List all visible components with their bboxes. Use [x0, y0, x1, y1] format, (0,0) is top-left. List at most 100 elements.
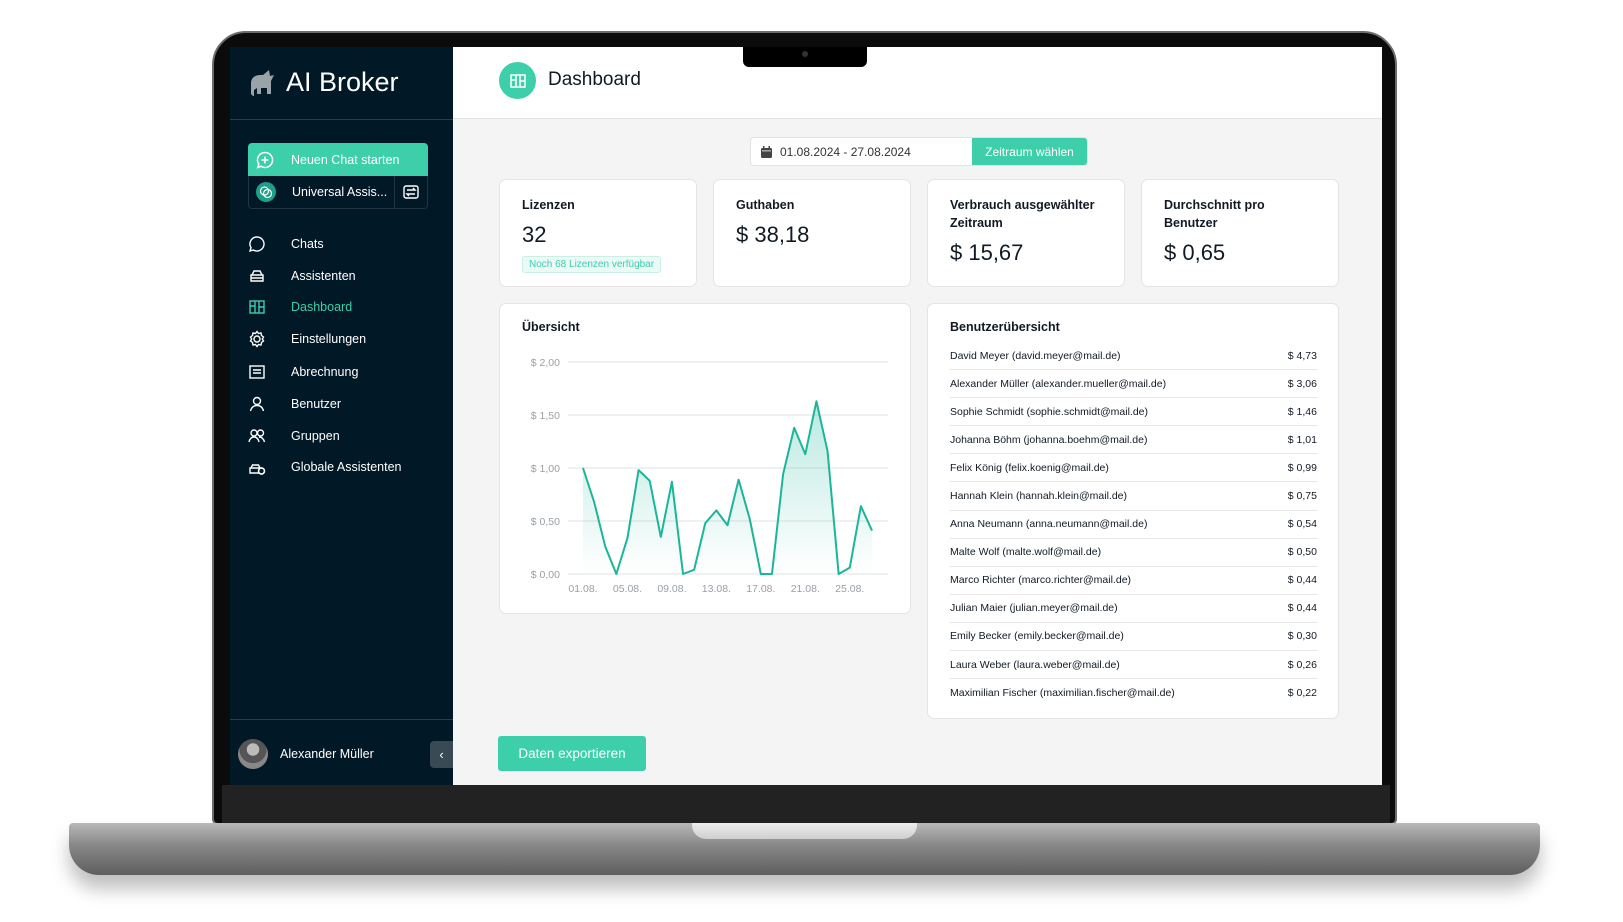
sidebar-item-abrechnung[interactable]: Abrechnung [244, 358, 444, 386]
stat-card-3: Verbrauch ausgewählter Zeitraum $ 15,67 [927, 179, 1125, 287]
y-tick-label: $ 2,00 [531, 357, 560, 369]
user-amount: $ 0,22 [1287, 687, 1317, 700]
user-name: Alexander Müller [280, 747, 374, 761]
chevron-left-icon: ‹ [439, 747, 444, 762]
stat-value: 32 [522, 222, 547, 247]
user-amount: $ 0,50 [1287, 546, 1317, 559]
date-range-picker: 01.08.2024 - 27.08.2024 Zeitraum wählen [750, 137, 1088, 166]
user-row: Sophie Schmidt (sophie.schmidt@mail.de) $… [950, 398, 1317, 427]
user-row: Marco Richter (marco.richter@mail.de) $ 0… [950, 567, 1317, 595]
user-amount: $ 1,01 [1287, 433, 1317, 446]
series-area [583, 401, 872, 574]
assistant-avatar-icon [249, 182, 283, 202]
user-amount: $ 0,26 [1287, 658, 1317, 671]
sidebar-item-gruppen[interactable]: Gruppen [244, 422, 444, 450]
chat-bubble-icon [244, 235, 270, 253]
y-tick-label: $ 0,00 [531, 569, 560, 581]
sidebar-item-label: Abrechnung [291, 365, 359, 379]
screen: AI Broker Neuen Chat starten Universal A… [230, 47, 1382, 785]
switch-assistant-icon[interactable] [394, 175, 427, 209]
divider [230, 719, 453, 720]
x-tick-label: 21.08. [791, 583, 820, 595]
user-amount: $ 0,44 [1287, 574, 1317, 587]
stat-card-1: Lizenzen 32 Noch 68 Lizenzen verfügbar [499, 179, 697, 287]
date-range-value: 01.08.2024 - 27.08.2024 [780, 144, 911, 159]
header: Dashboard [453, 47, 1382, 119]
avatar [238, 739, 268, 769]
user-row: Emily Becker (emily.becker@mail.de) $ 0,3… [950, 623, 1317, 652]
user-amount: $ 3,06 [1287, 377, 1317, 390]
user-amount: $ 0,30 [1287, 630, 1317, 643]
stat-card-4: Durchschnitt pro Benutzer $ 0,65 [1141, 179, 1339, 287]
sidebar-item-benutzer[interactable]: Benutzer [244, 390, 444, 418]
sidebar-item-einstellungen[interactable]: Einstellungen [244, 325, 444, 353]
dashboard-icon [499, 62, 536, 99]
sidebar-item-chats[interactable]: Chats [244, 230, 444, 258]
sidebar-item-label: Chats [291, 237, 324, 251]
user-profile[interactable]: Alexander Müller [238, 739, 374, 769]
y-tick-label: $ 1,50 [531, 410, 560, 422]
app-title: AI Broker [286, 67, 399, 97]
laptop-chin [222, 785, 1390, 823]
camera-notch [743, 47, 867, 67]
user-name-email: Emily Becker (emily.becker@mail.de) [950, 630, 1124, 643]
user-icon [244, 395, 270, 413]
user-row: Maximilian Fischer (maximilian.fischer@m… [950, 679, 1317, 707]
select-period-button[interactable]: Zeitraum wählen [972, 138, 1087, 165]
elephant-logo-icon [251, 69, 274, 96]
user-row: Julian Maier (julian.meyer@mail.de) $ 0,4… [950, 595, 1317, 623]
sidebar-item-label: Benutzer [291, 397, 342, 411]
y-tick-label: $ 0,50 [531, 516, 560, 528]
user-name-email: Julian Maier (julian.meyer@mail.de) [950, 602, 1118, 615]
sidebar-item-label: Globale Assistenten [291, 460, 402, 474]
stat-title: Verbrauch ausgewählter Zeitraum [950, 198, 1095, 230]
page-title: Dashboard [548, 69, 641, 90]
user-name-email: Maximilian Fischer (maximilian.fischer@m… [950, 687, 1175, 700]
sidebar-item-label: Assistenten [291, 269, 356, 283]
export-data-button[interactable]: Daten exportieren [498, 736, 646, 771]
stat-title: Guthaben [736, 198, 795, 212]
user-amount: $ 0,54 [1287, 518, 1317, 531]
user-amount: $ 0,44 [1287, 602, 1317, 615]
user-row: David Meyer (david.meyer@mail.de) $ 4,73 [950, 342, 1317, 371]
new-chat-button[interactable]: Neuen Chat starten [248, 143, 428, 176]
user-amount: $ 4,73 [1287, 349, 1317, 362]
x-tick-label: 17.08. [746, 583, 775, 595]
user-name-email: Sophie Schmidt (sophie.schmidt@mail.de) [950, 405, 1148, 418]
user-name-email: Alexander Müller (alexander.mueller@mail… [950, 377, 1167, 390]
sidebar-item-globale-assistenten[interactable]: Globale Assistenten [244, 453, 444, 481]
receipt-icon [244, 363, 270, 381]
tray-icon [244, 267, 270, 285]
sidebar-item-dashboard[interactable]: Dashboard [244, 293, 444, 321]
user-overview-title: Benutzerübersicht [950, 320, 1060, 334]
user-row: Felix König (felix.koenig@mail.de) $ 0,99 [950, 454, 1317, 483]
collapse-sidebar-button[interactable]: ‹ [430, 741, 453, 768]
user-name-email: Hannah Klein (hannah.klein@mail.de) [950, 490, 1128, 503]
logo: AI Broker [248, 67, 399, 98]
user-name-email: Felix König (felix.koenig@mail.de) [950, 461, 1109, 474]
x-tick-label: 25.08. [835, 583, 864, 595]
x-tick-label: 13.08. [702, 583, 731, 595]
sidebar-item-label: Einstellungen [291, 332, 367, 346]
sidebar-item-label: Dashboard [291, 300, 353, 314]
gear-icon [244, 330, 270, 348]
user-name-email: Laura Weber (laura.weber@mail.de) [950, 658, 1120, 671]
new-chat-label: Neuen Chat starten [291, 152, 400, 167]
assistant-selector[interactable]: Universal Assis... [248, 175, 428, 209]
user-amount: $ 0,99 [1287, 461, 1317, 474]
user-name-email: Marco Richter (marco.richter@mail.de) [950, 574, 1132, 587]
stat-value: $ 15,67 [950, 240, 1024, 265]
licenses-available-badge: Noch 68 Lizenzen verfügbar [522, 256, 662, 273]
stat-value: $ 38,18 [736, 222, 810, 247]
stat-card-2: Guthaben $ 38,18 [713, 179, 911, 287]
date-range-input[interactable]: 01.08.2024 - 27.08.2024 [751, 138, 972, 165]
overview-chart: $ 0,00 $ 0,50 $ 1,00 $ 1,50 $ 2,00 01.08. 05.0… [531, 357, 888, 595]
user-row: Laura Weber (laura.weber@mail.de) $ 0,26 [950, 651, 1317, 680]
user-row: Johanna Böhm (johanna.boehm@mail.de) $ 1,… [950, 426, 1317, 455]
x-tick-label: 09.08. [657, 583, 686, 595]
stat-title: Lizenzen [522, 198, 575, 212]
sidebar: AI Broker Neuen Chat starten Universal A… [230, 47, 453, 785]
user-row: Alexander Müller (alexander.mueller@mail… [950, 370, 1317, 399]
user-amount: $ 0,75 [1287, 490, 1317, 503]
sidebar-item-assistenten[interactable]: Assistenten [244, 262, 444, 290]
